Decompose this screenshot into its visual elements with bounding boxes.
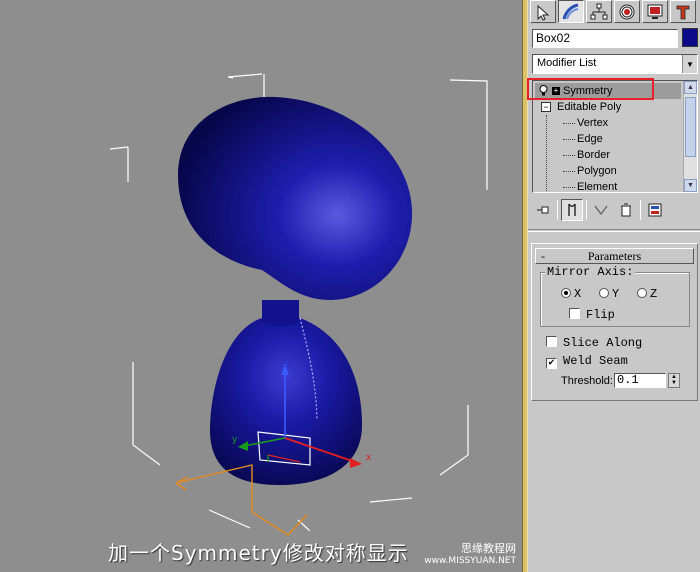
watermark-url: www.MISSYUAN.NET bbox=[424, 556, 516, 566]
mirror-axis-label: Mirror Axis: bbox=[545, 265, 636, 279]
scroll-thumb[interactable] bbox=[685, 97, 696, 157]
hierarchy-icon bbox=[590, 3, 608, 19]
threshold-label: Threshold: bbox=[561, 375, 613, 387]
scroll-down-icon[interactable]: ▼ bbox=[684, 179, 697, 192]
checkbox-label: Weld Seam bbox=[563, 354, 628, 368]
sub-object-border[interactable]: Border bbox=[563, 147, 610, 163]
sub-object-polygon[interactable]: Polygon bbox=[563, 163, 617, 179]
tab-create[interactable] bbox=[530, 0, 556, 23]
radio-axis-z[interactable]: Z bbox=[637, 288, 657, 300]
object-color-swatch[interactable] bbox=[682, 28, 698, 47]
checkbox-label: Flip bbox=[586, 308, 615, 322]
stack-item-editable-poly[interactable]: − Editable Poly bbox=[539, 99, 621, 115]
tab-hierarchy[interactable] bbox=[586, 0, 612, 23]
checkbox-box bbox=[546, 336, 557, 347]
modify-icon bbox=[562, 3, 579, 19]
annotation-highlight-box bbox=[527, 78, 654, 100]
panel-divider bbox=[528, 229, 700, 232]
tree-connector bbox=[546, 115, 547, 192]
configure-sets-icon bbox=[648, 203, 662, 217]
toolbar-divider bbox=[557, 200, 558, 220]
tab-motion[interactable] bbox=[614, 0, 640, 23]
radio-dot bbox=[599, 288, 609, 298]
site-watermark: 思缘教程网 www.MISSYUAN.NET bbox=[424, 542, 516, 568]
collapse-minus-icon[interactable]: − bbox=[541, 102, 551, 112]
remove-modifier-button[interactable] bbox=[615, 199, 637, 221]
parameters-rollout: - Parameters Mirror Axis: X Y Z Flip Sli… bbox=[531, 243, 698, 401]
toolbar-divider bbox=[640, 200, 641, 220]
stack-toolbar bbox=[532, 198, 698, 222]
tab-display[interactable] bbox=[642, 0, 668, 23]
chevron-down-icon[interactable]: ▼ bbox=[682, 55, 697, 73]
character-body bbox=[210, 318, 362, 485]
stack-item-label: Editable Poly bbox=[557, 101, 622, 113]
make-unique-button[interactable] bbox=[590, 199, 612, 221]
display-icon bbox=[647, 4, 663, 19]
pin-stack-button[interactable] bbox=[532, 199, 554, 221]
sub-object-element[interactable]: Element bbox=[563, 179, 617, 192]
weld-seam-checkbox[interactable]: ✔ Weld Seam bbox=[546, 355, 628, 369]
command-panel-tabs bbox=[528, 0, 700, 24]
configure-modifier-sets-button[interactable] bbox=[644, 199, 666, 221]
character-head bbox=[178, 96, 413, 301]
scroll-up-icon[interactable]: ▲ bbox=[684, 81, 697, 94]
utilities-icon bbox=[676, 5, 690, 19]
make-unique-icon bbox=[594, 205, 608, 216]
rollout-title: Parameters bbox=[587, 249, 642, 263]
trash-icon bbox=[621, 203, 631, 217]
slice-along-checkbox[interactable]: Slice Along bbox=[546, 336, 642, 349]
stack-scrollbar[interactable]: ▲ ▼ bbox=[683, 81, 697, 192]
radio-dot bbox=[637, 288, 647, 298]
checkbox-box bbox=[569, 308, 580, 319]
sub-object-edge[interactable]: Edge bbox=[563, 131, 603, 147]
motion-icon bbox=[619, 4, 635, 19]
sub-object-vertex[interactable]: Vertex bbox=[563, 115, 608, 131]
create-icon bbox=[537, 4, 550, 21]
radio-label: Z bbox=[650, 287, 658, 301]
axis-x-label: x bbox=[366, 453, 372, 463]
tab-modify[interactable] bbox=[558, 0, 584, 23]
radio-dot bbox=[561, 288, 571, 298]
modifier-list-dropdown[interactable]: Modifier List ▼ bbox=[532, 54, 698, 74]
flip-checkbox[interactable]: Flip bbox=[569, 308, 615, 321]
tab-utilities[interactable] bbox=[670, 0, 696, 23]
object-name-field[interactable]: Box02 bbox=[532, 29, 678, 48]
rollout-header[interactable]: - Parameters bbox=[535, 248, 694, 264]
watermark-name: 思缘教程网 bbox=[461, 542, 516, 555]
checkbox-label: Slice Along bbox=[563, 336, 643, 350]
axis-z-label: z bbox=[283, 362, 288, 372]
radio-label: Y bbox=[612, 287, 620, 301]
radio-label: X bbox=[574, 287, 582, 301]
show-end-result-button[interactable] bbox=[561, 199, 583, 221]
scene-canvas[interactable]: z x y bbox=[0, 0, 522, 572]
perspective-viewport[interactable]: z x y 加一个Symmetry修改对称显示 思缘教程网 www.MISSYU… bbox=[0, 0, 522, 572]
checkmark-icon: ✔ bbox=[546, 358, 557, 369]
modifier-list-label: Modifier List bbox=[537, 57, 597, 69]
axis-y-label: y bbox=[232, 435, 238, 445]
show-end-result-icon bbox=[568, 203, 576, 216]
threshold-spinner[interactable]: ▲ ▼ bbox=[668, 373, 680, 388]
character-neck bbox=[262, 300, 299, 327]
radio-axis-x[interactable]: X bbox=[561, 288, 581, 300]
toolbar-divider bbox=[586, 200, 587, 220]
mirror-axis-group: Mirror Axis: X Y Z Flip bbox=[540, 265, 690, 327]
pin-icon bbox=[537, 206, 549, 214]
tutorial-caption: 加一个Symmetry修改对称显示 bbox=[108, 541, 409, 565]
threshold-input[interactable]: 0.1 bbox=[614, 373, 666, 388]
radio-axis-y[interactable]: Y bbox=[599, 288, 619, 300]
